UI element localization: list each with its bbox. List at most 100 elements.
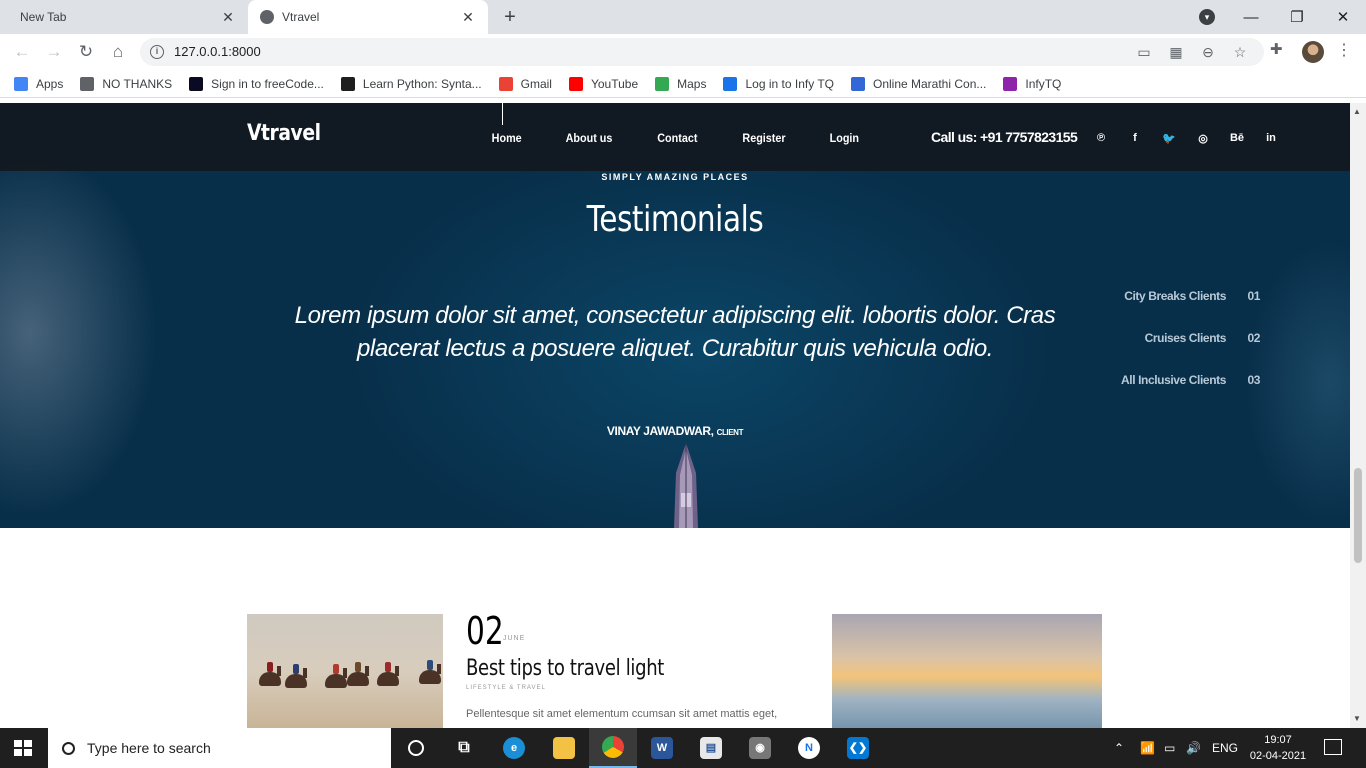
bookmark-label: Learn Python: Synta... [362,76,482,91]
bookmark-label: Log in to Infy TQ [745,76,834,91]
linkedin-icon[interactable]: in [1254,132,1288,145]
qr-code-icon[interactable]: ▦ [1167,44,1185,61]
client-category-item[interactable]: Cruises Clients 02 [1100,317,1261,359]
home-icon[interactable]: ⌂ [106,40,130,64]
post-title[interactable]: Best tips to travel light [466,656,664,681]
tab-search-icon[interactable]: ▾ [1199,9,1215,25]
minimize-icon[interactable]: — [1228,9,1274,26]
nav-link-login[interactable]: Login [830,131,859,145]
bookmark-label: Online Marathi Con... [872,76,987,91]
dribbble-icon[interactable]: ◎ [1186,132,1220,145]
document-app-icon[interactable]: ▤ [687,728,735,768]
tab-new-tab[interactable]: New Tab ✕ [0,0,248,34]
bookmark-item[interactable]: NO THANKS [80,76,173,91]
show-hidden-icons[interactable]: ⌃ [1114,728,1124,768]
client-category-number: 01 [1247,289,1260,303]
site-info-icon[interactable]: i [150,45,164,59]
behance-icon[interactable]: Bē [1220,132,1254,145]
system-clock[interactable]: 19:07 02-04-2021 [1248,732,1308,764]
maps-icon [655,76,670,91]
taskbar-search-input[interactable]: Type here to search [48,728,391,768]
globe-icon [80,76,95,91]
network-icon[interactable]: 📶 [1140,728,1155,768]
pinterest-icon[interactable]: ℗ [1084,132,1118,145]
url-text[interactable]: 127.0.0.1:8000 [174,44,261,59]
close-tab-icon[interactable]: ✕ [220,9,236,25]
post-excerpt: Pellentesque sit amet elementum ccumsan … [466,708,778,720]
client-category-number: 02 [1247,331,1260,345]
bookmark-item[interactable]: InfyTQ [1003,76,1061,91]
camel-caravan-image[interactable] [247,614,443,728]
bookmark-label: YouTube [590,76,639,91]
close-window-icon[interactable]: ✕ [1320,8,1366,26]
language-indicator[interactable]: ENG [1212,728,1238,768]
back-icon[interactable]: ← [10,40,34,64]
page-scrollbar[interactable]: ▲ ▼ [1350,103,1366,728]
bookmark-item[interactable]: Learn Python: Synta... [340,76,482,91]
nav-link-about-us[interactable]: About us [566,131,613,145]
bookmark-item[interactable]: Maps [655,76,707,91]
bookmark-item[interactable]: Log in to Infy TQ [723,76,834,91]
windows-start-icon[interactable] [14,740,32,756]
apps-grid-icon [14,76,28,91]
task-view-icon[interactable]: ⧉ [440,728,488,768]
bookmark-item[interactable]: Online Marathi Con... [850,76,987,91]
close-tab-icon[interactable]: ✕ [460,9,476,25]
bookmarks-bar: Apps NO THANKS Sign in to freeCode... Learn… [0,70,1366,98]
bookmark-label: Maps [677,76,707,91]
cortana-icon[interactable] [392,728,440,768]
infytq-icon [723,76,738,91]
scroll-up-icon[interactable]: ▲ [1353,107,1361,116]
scrollbar-thumb[interactable] [1354,468,1362,563]
chrome-icon[interactable] [589,728,637,768]
file-explorer-icon[interactable] [540,728,588,768]
social-links: ℗ f 🐦 ◎ Bē in [1084,132,1288,145]
testimonial-quote: Lorem ipsum dolor sit amet, consectetur … [294,302,1056,362]
edge-icon[interactable]: e [490,728,538,768]
nav-link-contact[interactable]: Contact [658,131,698,145]
client-category-item[interactable]: City Breaks Clients 01 [1100,275,1260,317]
bookmark-label: Sign in to freeCode... [211,76,324,91]
bookmark-item[interactable]: Gmail [498,76,552,91]
bookmark-item[interactable]: Apps [14,76,64,91]
avatar[interactable] [1302,41,1324,63]
bookmark-star-icon[interactable]: ☆ [1231,44,1249,61]
zoom-icon[interactable]: ⊖ [1199,44,1217,61]
section-eyebrow: SIMPLY AMAZING PLACES [601,172,749,182]
reload-icon[interactable]: ↻ [74,40,98,64]
sunset-sea-image[interactable] [832,614,1102,728]
camera-icon[interactable]: ◉ [736,728,784,768]
cast-icon[interactable]: ▭ [1135,44,1153,61]
tab-vtravel[interactable]: Vtravel ✕ [248,0,488,34]
client-category-item[interactable]: All Inclusive Clients 03 [1100,359,1260,401]
infytq-logo-icon [1003,76,1018,91]
battery-icon[interactable]: ▭ [1164,728,1175,768]
nav-link-home[interactable]: Home [492,131,522,145]
site-logo[interactable]: Vtravel [247,121,321,146]
volume-icon[interactable]: 🔊 [1186,728,1201,768]
vscode-icon[interactable]: ❮❯ [834,728,882,768]
bookmark-item[interactable]: YouTube [568,76,639,91]
twitter-icon[interactable]: 🐦 [1152,132,1186,145]
nav-link-register[interactable]: Register [742,131,785,145]
browser-menu-icon[interactable]: ⋮ [1336,40,1352,60]
facebook-icon[interactable]: f [1118,132,1152,145]
address-bar[interactable]: i 127.0.0.1:8000 ▭ ▦ ⊖ ☆ [140,38,1264,66]
notifications-icon[interactable] [1324,739,1342,755]
client-category-label: Cruises Clients [1144,331,1227,345]
bookmark-label: NO THANKS [102,76,173,91]
active-menu-indicator [502,103,503,125]
author-role: CLIENT [716,428,744,437]
word-icon[interactable]: W [638,728,686,768]
shield-icon [850,76,865,91]
bookmark-item[interactable]: Sign in to freeCode... [189,76,324,91]
boat-image [674,443,698,528]
forward-icon[interactable]: → [42,40,66,64]
extensions-icon[interactable]: ✚ [1270,40,1283,58]
app-icon[interactable]: N [785,728,833,768]
bookmark-label: Apps [36,76,64,91]
restore-icon[interactable]: ❐ [1274,8,1320,26]
new-tab-button[interactable]: + [498,5,522,29]
testimonial-author: VINAY JAWADWAR, CLIENT [0,424,1350,438]
scroll-down-icon[interactable]: ▼ [1353,714,1361,723]
